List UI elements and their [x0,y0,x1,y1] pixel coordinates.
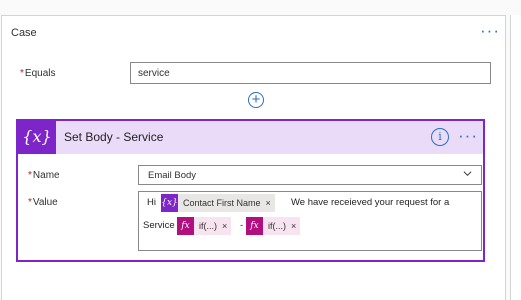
add-action-button[interactable]: + [248,92,264,108]
equals-input[interactable]: service [130,62,491,84]
value-text-request: We have receieved your request for a [291,197,450,208]
expression-fx-icon: fx [246,217,263,235]
action-more-options-button[interactable]: ··· [458,126,478,146]
case-card: Case ··· *Equals service + {x} Set Body … [1,15,506,300]
remove-token-button[interactable]: × [222,221,231,231]
expression-token-1[interactable]: fx if(...) × [177,217,232,235]
equals-row: *Equals service [2,60,505,86]
variable-icon: {x} [18,121,56,154]
expression-fx-icon: fx [177,217,194,235]
chevron-down-icon [463,171,472,177]
required-asterisk: * [28,197,32,208]
required-asterisk: * [28,170,32,181]
equals-label: *Equals [20,68,55,79]
remove-token-button[interactable]: × [266,198,275,208]
adjacent-panel-edge [510,15,521,300]
name-dropdown[interactable]: Email Body [138,165,482,185]
case-title: Case [11,27,37,39]
set-body-service-action-card: {x} Set Body - Service i ··· *Name Email… [16,119,485,262]
contact-first-name-token[interactable]: {x} Contact First Name × [161,194,275,212]
info-icon[interactable]: i [431,128,449,146]
value-text-service: Service [143,220,175,231]
case-more-options-button[interactable]: ··· [480,21,500,41]
name-dropdown-value: Email Body [148,170,197,181]
token-label: if(...) [268,221,286,231]
action-title: Set Body - Service [64,130,164,144]
name-label: *Name [28,170,60,181]
required-asterisk: * [20,68,24,79]
remove-token-button[interactable]: × [291,221,300,231]
variable-icon: {x} [161,194,178,212]
action-header[interactable]: {x} Set Body - Service i ··· [18,121,483,154]
token-label: Contact First Name [183,198,261,208]
value-label-text: Value [32,197,58,208]
expression-token-2[interactable]: fx if(...) × [246,217,301,235]
name-label-text: Name [32,170,60,181]
value-text-separator: - [240,220,244,231]
value-label: *Value [28,197,58,208]
token-label: if(...) [199,221,217,231]
case-header: Case ··· [2,16,505,50]
value-input[interactable]: Hi {x} Contact First Name × We have rece… [138,191,482,251]
equals-label-text: Equals [24,68,56,79]
value-text-hi: Hi [147,197,156,208]
